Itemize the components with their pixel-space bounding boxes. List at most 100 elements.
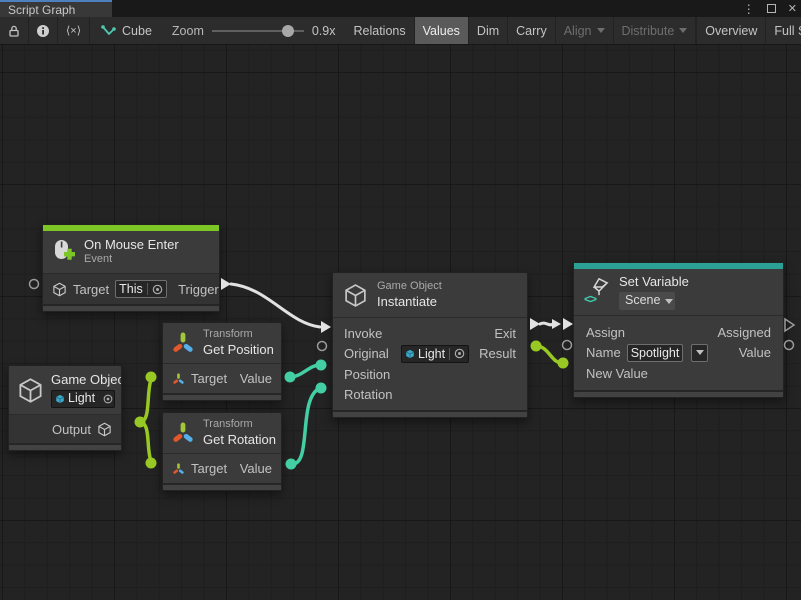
value-port-label: Value <box>240 371 272 386</box>
unity-object-icon <box>55 394 65 404</box>
fullscreen-button[interactable]: Full Screen <box>766 17 801 44</box>
lock-button[interactable] <box>0 17 29 44</box>
getposition-value-dot[interactable] <box>285 372 296 383</box>
mouseenter-target-port[interactable] <box>30 280 39 289</box>
node-header[interactable]: On Mouse Enter Event <box>43 231 219 273</box>
window-controls: ⋮ ✕ <box>743 0 797 17</box>
value-out-port[interactable] <box>785 341 794 350</box>
wire-trigger-to-invoke[interactable] <box>231 284 320 327</box>
relations-button[interactable]: Relations <box>346 17 415 44</box>
chevron-down-icon <box>665 299 673 304</box>
name-in-port[interactable] <box>563 341 572 350</box>
result-port-label: Result <box>479 346 516 361</box>
getrotation-target-dot[interactable] <box>146 458 157 469</box>
new-value-port-label: New Value <box>586 366 648 381</box>
wire-result-to-newvalue[interactable] <box>536 346 562 363</box>
info-button[interactable] <box>29 17 58 44</box>
node-subtitle: Event <box>84 253 179 267</box>
wire-light-to-getrotation[interactable] <box>140 422 151 461</box>
node-header[interactable]: Game Object Instantiate <box>333 273 527 317</box>
set-variable-icon: <> <box>584 278 610 306</box>
assign-arrow[interactable] <box>552 319 561 329</box>
zoom-label: Zoom <box>172 24 204 38</box>
node-header[interactable]: Transform Get Position <box>163 323 281 363</box>
kebab-menu-icon[interactable]: ⋮ <box>743 2 755 16</box>
graph-name: Cube <box>122 24 152 38</box>
scope-value: Scene <box>625 293 660 309</box>
node-footer <box>333 410 527 417</box>
name-value-field[interactable]: Spotlight <box>627 344 684 362</box>
game-object-icon <box>52 282 67 297</box>
variable-scope-dropdown[interactable]: Scene <box>619 292 675 310</box>
trigger-out-port[interactable] <box>221 278 231 290</box>
output-port-dot[interactable] <box>135 417 146 428</box>
node-header[interactable]: Transform Get Rotation <box>163 413 281 453</box>
node-title: Instantiate <box>377 294 442 310</box>
node-get-rotation[interactable]: Transform Get Rotation Target Value <box>162 412 282 491</box>
values-button[interactable]: Values <box>415 17 469 44</box>
target-value-chip[interactable]: This <box>115 280 167 298</box>
value-port-label: Value <box>739 345 771 360</box>
script-graph-window: Script Graph ⋮ ✕ ⟨×⟩ <box>0 0 801 600</box>
dim-button[interactable]: Dim <box>469 17 508 44</box>
node-header[interactable]: <> Set Variable Scene <box>574 269 783 315</box>
invoke-in-arrow[interactable] <box>321 321 331 333</box>
node-footer <box>43 304 219 311</box>
target-port-label: Target <box>73 282 109 297</box>
node-game-object-light[interactable]: Game Object Light <box>8 365 122 451</box>
instantiate-position-dot[interactable] <box>316 360 327 371</box>
transform-icon <box>172 462 185 476</box>
wire-rotation-value[interactable] <box>291 388 320 464</box>
wire-light-to-getposition[interactable] <box>140 379 151 422</box>
assigned-out-port[interactable] <box>785 319 794 331</box>
object-picker-icon[interactable] <box>454 348 465 359</box>
wire-exit-to-assign[interactable] <box>540 323 553 325</box>
instantiate-rotation-dot[interactable] <box>316 383 327 394</box>
tab-bar: Script Graph ⋮ ✕ <box>0 0 801 17</box>
newvalue-port-dot[interactable] <box>558 358 569 369</box>
target-value: This <box>119 282 143 296</box>
transform-icon <box>171 420 195 446</box>
zoom-slider-handle[interactable] <box>282 25 294 37</box>
maximize-icon[interactable] <box>767 4 776 13</box>
edit-script-button[interactable]: ⟨×⟩ <box>58 17 90 44</box>
exit-out-port[interactable] <box>530 318 540 330</box>
getrotation-value-dot[interactable] <box>286 459 297 470</box>
object-picker-icon[interactable] <box>152 284 163 295</box>
graph-breadcrumb[interactable]: Cube <box>90 17 162 44</box>
graph-canvas[interactable]: On Mouse Enter Event Target This <box>0 45 801 600</box>
code-brackets-icon: <> <box>584 292 596 306</box>
original-value-chip[interactable]: Light <box>401 345 469 363</box>
lock-icon <box>7 24 21 38</box>
assign-in-port[interactable] <box>563 318 573 330</box>
node-get-position[interactable]: Transform Get Position Target Value <box>162 322 282 401</box>
zoom-slider[interactable] <box>212 25 304 37</box>
node-instantiate[interactable]: Game Object Instantiate Invoke Exit Orig… <box>332 272 528 418</box>
node-category: Game Object <box>377 280 442 294</box>
align-button[interactable]: Align <box>556 17 614 44</box>
graph-icon <box>100 24 116 38</box>
name-dropdown-button[interactable] <box>691 344 708 362</box>
object-picker-icon[interactable] <box>103 394 113 404</box>
node-set-variable[interactable]: <> Set Variable Scene Assign Assigned Na… <box>573 262 784 398</box>
relations-label: Relations <box>354 24 406 38</box>
node-on-mouse-enter[interactable]: On Mouse Enter Event Target This <box>42 224 220 312</box>
node-header[interactable]: Game Object Light <box>9 366 121 414</box>
carry-button[interactable]: Carry <box>508 17 556 44</box>
object-value-chip[interactable]: Light <box>51 390 115 408</box>
value-port-label: Value <box>240 461 272 476</box>
getposition-target-dot[interactable] <box>146 372 157 383</box>
game-object-icon <box>343 283 368 308</box>
tab-script-graph[interactable]: Script Graph <box>0 0 112 17</box>
result-port-dot[interactable] <box>531 341 542 352</box>
assign-port-label: Assign <box>586 325 629 340</box>
overview-button[interactable]: Overview <box>696 17 766 44</box>
rotation-port-label: Rotation <box>344 387 396 402</box>
node-footer <box>163 393 281 400</box>
wire-position-value[interactable] <box>290 365 320 377</box>
values-label: Values <box>423 24 460 38</box>
node-title: Set Variable <box>619 274 689 290</box>
original-in-port[interactable] <box>318 342 327 351</box>
close-icon[interactable]: ✕ <box>788 2 797 15</box>
distribute-button[interactable]: Distribute <box>614 17 697 44</box>
